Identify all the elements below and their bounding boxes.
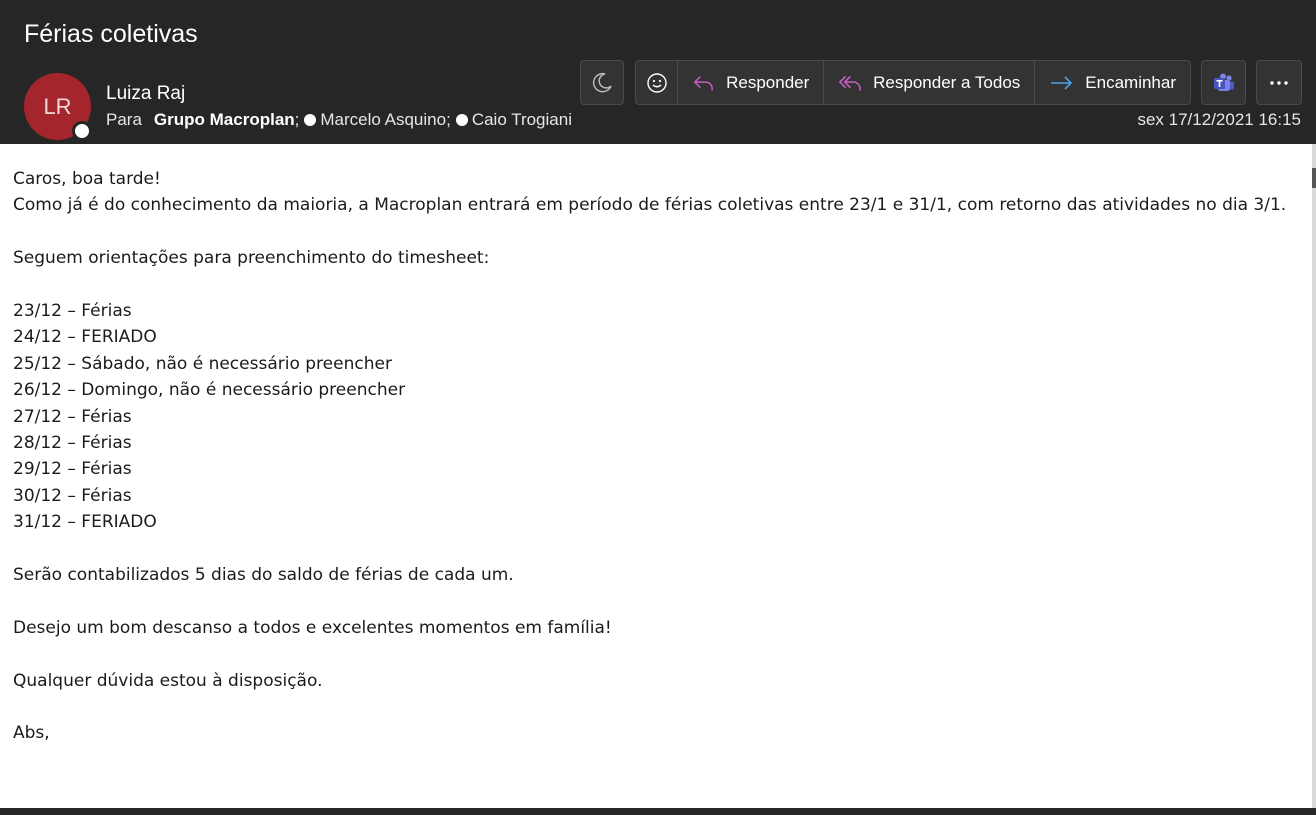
body-line: 29/12 – Férias <box>13 459 132 480</box>
reply-button[interactable]: Responder <box>678 61 825 104</box>
message-subject: Férias coletivas <box>24 20 198 48</box>
message-header: Férias coletivas LR Luiza Raj Para Grupo… <box>0 0 1316 144</box>
recipient-person[interactable]: Marcelo Asquino <box>320 110 446 130</box>
body-line: 28/12 – Férias <box>13 433 132 454</box>
body-line: Qualquer dúvida estou à disposição. <box>13 670 323 691</box>
recipient-separator: ; <box>294 110 300 129</box>
body-line: 25/12 – Sábado, não é necessário preench… <box>13 353 392 374</box>
forward-label: Encaminhar <box>1085 72 1176 92</box>
teams-icon <box>1213 73 1234 91</box>
body-line: 26/12 – Domingo, não é necessário preenc… <box>13 380 406 401</box>
body-line: 31/12 – FERIADO <box>13 512 157 533</box>
body-line: 23/12 – Férias <box>13 301 132 321</box>
reply-actions-group: Responder Responder a Todos Encaminhar <box>635 60 1191 105</box>
recipient-person[interactable]: Caio Trogiani <box>472 110 572 130</box>
avatar-initials: LR <box>43 93 72 119</box>
recipient-separator: ; <box>446 110 451 129</box>
sender-name[interactable]: Luiza Raj <box>106 83 185 105</box>
body-line: 30/12 – Férias <box>13 485 132 506</box>
ellipsis-icon <box>1270 80 1288 85</box>
reply-label: Responder <box>726 72 810 92</box>
body-line <box>13 641 1303 667</box>
dark-mode-button[interactable] <box>580 60 624 105</box>
body-line: 24/12 – FERIADO <box>13 327 157 348</box>
forward-button[interactable]: Encaminhar <box>1035 61 1190 104</box>
body-line: Como já é do conhecimento da maioria, a … <box>13 195 1287 216</box>
forward-arrow-icon <box>1051 75 1073 90</box>
body-line <box>13 536 1303 562</box>
body-line: Seguem orientações para preenchimento do… <box>13 248 490 269</box>
reply-all-icon <box>839 75 862 91</box>
scrollbar-thumb[interactable] <box>1312 168 1316 188</box>
vertical-scrollbar[interactable] <box>1312 144 1316 808</box>
body-line <box>13 694 1303 720</box>
reply-all-button[interactable]: Responder a Todos <box>824 61 1036 104</box>
teams-button[interactable] <box>1201 60 1246 105</box>
recipient-group[interactable]: Grupo Macroplan <box>154 110 295 130</box>
body-line <box>13 588 1303 614</box>
bottom-bar <box>0 808 1316 815</box>
presence-dot-icon <box>304 114 317 126</box>
body-line: Caros, boa tarde! <box>13 169 161 189</box>
body-line: Desejo um bom descanso a todos e excelen… <box>13 617 612 638</box>
reply-icon <box>693 75 714 90</box>
body-line: Serão contabilizados 5 dias do saldo de … <box>13 565 514 586</box>
body-line: Abs, <box>13 723 50 744</box>
recipients-line: Para Grupo Macroplan ; Marcelo Asquino ;… <box>106 110 572 130</box>
moon-icon <box>592 72 612 92</box>
message-body[interactable]: Caros, boa tarde! Como já é do conhecime… <box>13 166 1303 747</box>
message-datetime: sex 17/12/2021 16:15 <box>1137 110 1301 129</box>
body-line <box>13 272 1303 298</box>
body-line: 27/12 – Férias <box>13 406 132 427</box>
more-options-button[interactable] <box>1256 60 1302 105</box>
presence-indicator <box>72 121 92 141</box>
reply-all-label: Responder a Todos <box>873 72 1021 92</box>
emoji-reaction-button[interactable] <box>636 61 679 104</box>
body-line <box>13 219 1303 245</box>
smiley-icon <box>646 72 667 93</box>
presence-dot-icon <box>455 114 468 126</box>
to-label: Para <box>106 110 142 129</box>
